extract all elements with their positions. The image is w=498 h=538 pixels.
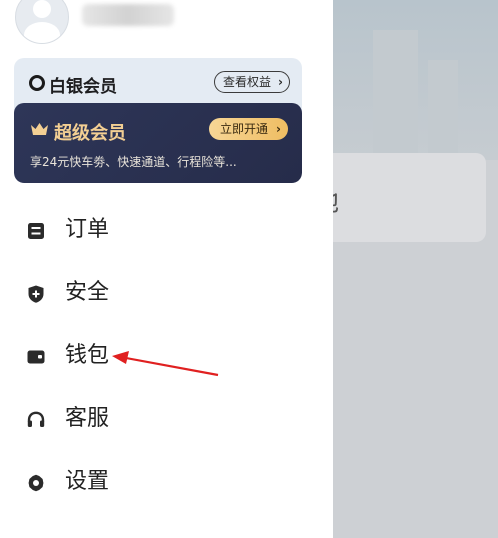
background-card-text: 地 (333, 182, 340, 219)
open-now-label: 立即开通 (219, 122, 268, 136)
menu-item-label: 安全 (65, 280, 110, 305)
chevron-right-icon: › (276, 122, 281, 136)
silver-member-row: 白银会员 查看权益 › (14, 58, 302, 103)
background-building (428, 60, 458, 160)
wallet-icon (27, 350, 45, 364)
menu-item-label: 设置 (65, 469, 110, 494)
super-member-title: 超级会员 (54, 123, 126, 144)
super-member-description: 享24元快车劵、快速通道、行程险等... (30, 155, 237, 169)
menu-item-wallet[interactable]: 钱包 (22, 337, 282, 377)
background-card[interactable]: 地 (333, 153, 486, 242)
background-app: 地 (333, 0, 498, 538)
silver-member-logo-icon (29, 75, 45, 91)
menu-item-customer-service[interactable]: 客服 (22, 400, 282, 440)
crown-icon (31, 123, 48, 135)
menu-item-orders[interactable]: 订单 (22, 211, 282, 251)
super-member-panel[interactable]: 超级会员 立即开通 › 享24元快车劵、快速通道、行程险等... (14, 103, 302, 183)
view-benefits-button[interactable]: 查看权益 › (213, 71, 290, 93)
username-blurred (82, 4, 174, 26)
order-icon (28, 223, 44, 239)
menu-item-settings[interactable]: 设置 (22, 463, 282, 503)
avatar[interactable] (15, 0, 69, 44)
menu-item-label: 订单 (65, 217, 110, 242)
headset-icon (27, 411, 45, 427)
membership-card: 白银会员 查看权益 › 超级会员 立即开通 › 享24元快车劵、快速通道、行程险… (14, 58, 302, 183)
view-benefits-label: 查看权益 (222, 75, 271, 89)
background-building (373, 30, 418, 160)
chevron-right-icon: › (278, 75, 283, 89)
side-drawer: 白银会员 查看权益 › 超级会员 立即开通 › 享24元快车劵、快速通道、行程险… (0, 0, 333, 538)
menu-item-security[interactable]: 安全 (22, 274, 282, 314)
open-now-button[interactable]: 立即开通 › (208, 118, 288, 140)
silver-member-title: 白银会员 (49, 77, 117, 97)
gear-icon (28, 474, 44, 492)
shield-icon (28, 285, 44, 303)
menu-item-label: 客服 (65, 406, 110, 431)
menu-item-label: 钱包 (65, 343, 110, 368)
